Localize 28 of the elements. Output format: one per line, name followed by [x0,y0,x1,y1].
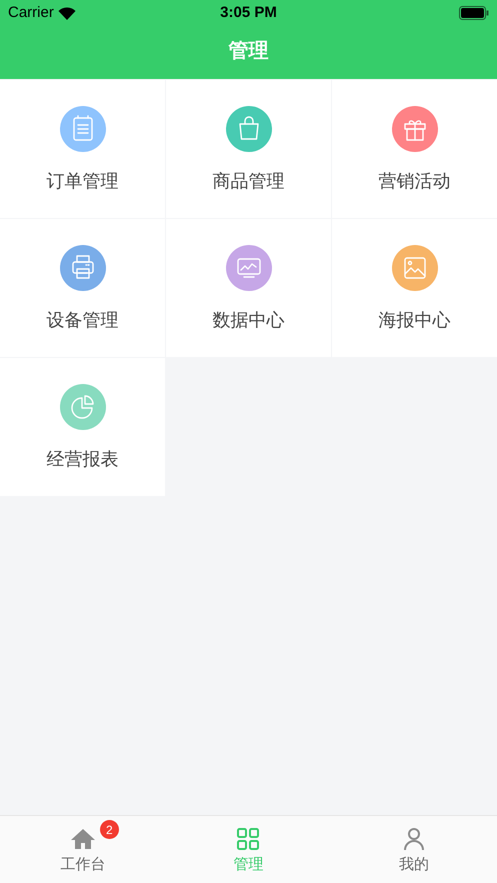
wifi-icon [58,6,76,20]
tile-label: 经营报表 [46,448,118,471]
tab-item[interactable]: 2 工作台 [0,816,166,883]
person-icon [402,827,426,851]
carrier-label: Carrier [8,2,54,23]
menu-tile[interactable]: 营销活动 [332,80,497,218]
menu-tile[interactable]: 设备管理 [0,219,165,357]
menu-tile[interactable]: 订单管理 [0,80,165,218]
tile-label: 数据中心 [212,309,284,332]
notification-badge: 2 [100,820,119,839]
tile-label: 海报中心 [378,309,450,332]
tab-label: 管理 [233,855,264,875]
page-title: 管理 [228,38,268,64]
menu-tile[interactable]: 商品管理 [166,80,331,218]
tile-label: 设备管理 [46,309,118,332]
home-icon [70,828,96,850]
tile-label: 商品管理 [212,170,284,193]
tab-item[interactable]: 我的 [331,816,497,883]
tab-label: 工作台 [60,855,106,875]
clock-time: 3:05 PM [220,2,277,23]
grid-icon [236,827,260,851]
menu-tile[interactable]: 经营报表 [0,358,165,496]
tab-label: 我的 [399,855,430,875]
menu-tile[interactable]: 数据中心 [166,219,331,357]
tile-label: 订单管理 [46,170,118,193]
battery-icon [459,6,489,20]
tile-label: 营销活动 [378,170,450,193]
menu-tile[interactable]: 海报中心 [332,219,497,357]
